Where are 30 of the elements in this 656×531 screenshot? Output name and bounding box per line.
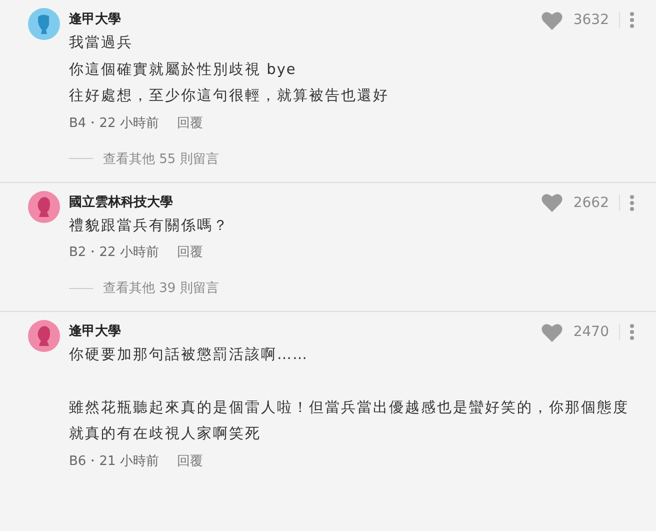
view-more-replies-link[interactable]: 查看其他 55 則留言	[69, 150, 219, 168]
comment-text: 你硬要加那句話被懲罰活該啊……	[69, 346, 309, 365]
comment-text: 我當過兵	[69, 34, 134, 53]
reply-link[interactable]: 回覆	[176, 114, 203, 134]
author-name: 逢甲大學	[69, 11, 121, 29]
more-options-icon[interactable]	[630, 12, 634, 28]
comment-text: 往好處想，至少你這句很輕，就算被告也還好	[69, 86, 390, 106]
heart-icon[interactable]	[541, 193, 564, 212]
reply-link[interactable]: 回覆	[176, 243, 203, 263]
view-more-replies-link[interactable]: 查看其他 39 則留言	[69, 279, 219, 297]
avatar-icon	[28, 190, 60, 222]
reply-link[interactable]: 回覆	[176, 452, 203, 472]
comment-text: 你這個確實就屬於性別歧視 bye	[69, 60, 298, 80]
comment-text: 雖然花瓶聽起來真的是個雷人啦！但當兵當出優越感也是蠻好笑的，你那個態度	[69, 398, 630, 418]
like-count: 3632	[573, 12, 609, 28]
avatar-icon	[28, 8, 60, 40]
comment-text: 禮貌跟當兵有關係嗎？	[69, 216, 230, 236]
post-info: B2・22 小時前	[69, 244, 159, 262]
post-info: B6・21 小時前	[69, 452, 159, 470]
author-name: 逢甲大學	[69, 323, 121, 341]
more-options-icon[interactable]	[630, 194, 634, 210]
like-count: 2662	[573, 194, 609, 210]
author-name: 國立雲林科技大學	[69, 194, 173, 212]
heart-icon[interactable]	[541, 10, 564, 30]
post-info: B4・22 小時前	[69, 114, 159, 132]
more-options-icon[interactable]	[630, 324, 634, 340]
heart-icon[interactable]	[541, 322, 564, 342]
avatar-icon	[28, 320, 60, 352]
like-count: 2470	[573, 324, 609, 340]
comment-text: 就真的有在歧視人家啊笑死	[69, 424, 262, 444]
